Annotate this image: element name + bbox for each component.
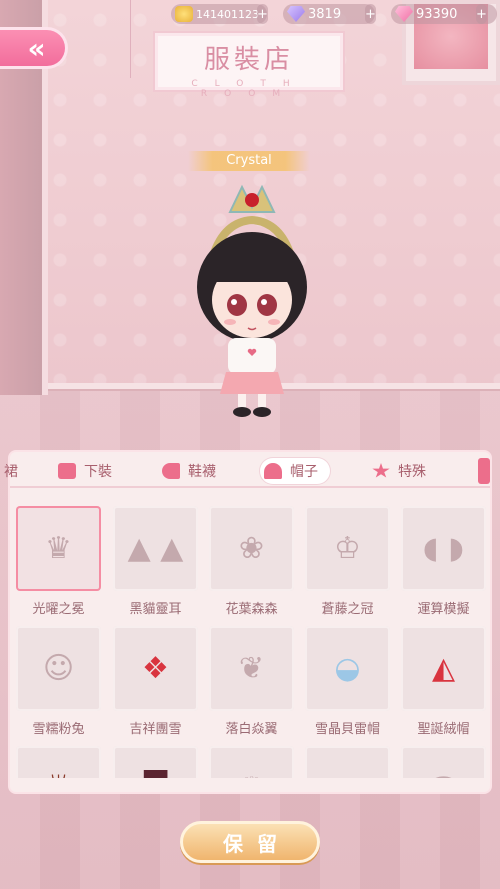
tab-label: 下裝	[84, 464, 112, 480]
item-label: 蒼藤之冠	[321, 602, 374, 617]
tab-label: 特殊	[398, 464, 426, 480]
shop-title-plaque: 服裝店 CLOTH ROOM	[153, 31, 345, 99]
category-tabs: 裙 下裝 鞋襪 帽子 特殊	[4, 454, 490, 488]
wings-icon: ❦	[209, 626, 294, 711]
item-label: 雪糯粉兔	[32, 722, 85, 737]
tab-label: 帽子	[290, 464, 318, 480]
item-card[interactable]: ❖ 吉祥團雪	[113, 626, 198, 737]
item-grid: ♛ 光曜之冕 ▲ ▲ 黑貓靈耳 ❀ 花葉森森 ♔ 蒼藤之冠 ◖ ◗ 運算模擬 ☺…	[14, 506, 486, 778]
double-chevron-left-icon: «	[27, 31, 45, 65]
item-label: 運算模擬	[417, 602, 470, 617]
antlers-icon: ᛘ	[16, 746, 101, 778]
item-card[interactable]: ❀ 花葉森森	[209, 506, 294, 617]
item-card[interactable]: ❦ 落白焱翼	[209, 626, 294, 737]
bunny-hood-icon: ☺	[16, 626, 101, 711]
item-card[interactable]: ♛ 光曜之冕	[16, 506, 101, 617]
tabs-scroll-right[interactable]	[478, 458, 490, 484]
tab-dress[interactable]: 裙	[4, 458, 18, 484]
item-label: 吉祥團雪	[129, 722, 182, 737]
item-card[interactable]: ▀	[113, 746, 198, 778]
back-button[interactable]: «	[0, 27, 68, 69]
wardrobe-panel: 裙 下裝 鞋襪 帽子 特殊 ♛ 光曜之冕 ▲ ▲ 黑貓靈耳 ❀ 花葉森森 ♔ 蒼…	[4, 450, 492, 794]
gem-value: 3819	[308, 6, 342, 22]
item-card[interactable]: ☺ 雪糯粉兔	[16, 626, 101, 737]
page-subtitle: CLOTH ROOM	[191, 79, 307, 99]
character-name: Crystal	[226, 153, 272, 168]
keep-button[interactable]: 保留	[180, 821, 320, 863]
tab-label: 鞋襪	[188, 464, 216, 480]
cat-ears-icon: ▲ ▲	[113, 506, 198, 591]
gem-counter: 3819	[283, 4, 375, 24]
star-icon	[372, 463, 390, 478]
coin-counter: 141401123	[171, 4, 267, 24]
item-label: 落白焱翼	[225, 722, 278, 737]
tab-shoes[interactable]: 鞋襪	[162, 458, 216, 484]
headphones-icon: ◖ ◗	[401, 506, 486, 591]
beret-icon: ◒	[305, 626, 390, 711]
top-hat-icon: ▀	[113, 746, 198, 778]
flower-wreath-icon: ❀	[209, 506, 294, 591]
item-card[interactable]: ▲ ▲ 黑貓靈耳	[113, 506, 198, 617]
item-card[interactable]: ♕	[209, 746, 294, 778]
pants-icon	[58, 463, 76, 479]
keep-label: 保留	[223, 831, 291, 856]
item-card[interactable]: ◠	[305, 746, 390, 778]
page-title: 服裝店	[203, 45, 294, 75]
shoe-icon	[162, 463, 180, 479]
tab-special[interactable]: 特殊	[372, 458, 426, 484]
item-label: 花葉森森	[225, 602, 278, 617]
character-avatar[interactable]	[190, 172, 315, 422]
bow-hat-icon: ◠	[305, 746, 390, 778]
pink-gem-value: 93390	[416, 6, 458, 22]
hat-icon	[264, 463, 282, 479]
tiara-icon: ♕	[209, 746, 294, 778]
item-label: 雪晶貝雷帽	[314, 722, 380, 737]
item-card[interactable]: ♔ 蒼藤之冠	[305, 506, 390, 617]
item-label: 光曜之冕	[32, 602, 85, 617]
pink-gem-icon	[395, 6, 413, 22]
add-pink-gems-button[interactable]: +	[476, 4, 487, 24]
veil-icon: ⌒	[401, 746, 486, 778]
hanging-ornament	[130, 0, 148, 78]
crown-icon: ♛	[16, 506, 101, 591]
item-label: 黑貓靈耳	[129, 602, 182, 617]
coin-value: 141401123	[196, 7, 259, 21]
tab-label: 裙	[4, 464, 18, 480]
item-label: 聖誕絨帽	[417, 722, 470, 737]
item-card[interactable]: ⌒	[401, 746, 486, 778]
item-card[interactable]: ◒ 雪晶貝雷帽	[305, 626, 390, 737]
add-coins-button[interactable]: +	[257, 4, 268, 24]
item-card[interactable]: ᛘ	[16, 746, 101, 778]
item-card[interactable]: ◭ 聖誕絨帽	[401, 626, 486, 737]
purple-gem-icon	[287, 6, 305, 22]
tab-hats[interactable]: 帽子	[260, 458, 330, 484]
vine-crown-icon: ♔	[305, 506, 390, 591]
knot-ornament-icon: ❖	[113, 626, 198, 711]
cat-coin-icon	[175, 6, 193, 22]
character-name-tag: Crystal	[188, 151, 310, 171]
santa-hat-icon: ◭	[401, 626, 486, 711]
tab-bottoms[interactable]: 下裝	[58, 458, 112, 484]
add-gems-button[interactable]: +	[365, 4, 376, 24]
item-card[interactable]: ◖ ◗ 運算模擬	[401, 506, 486, 617]
